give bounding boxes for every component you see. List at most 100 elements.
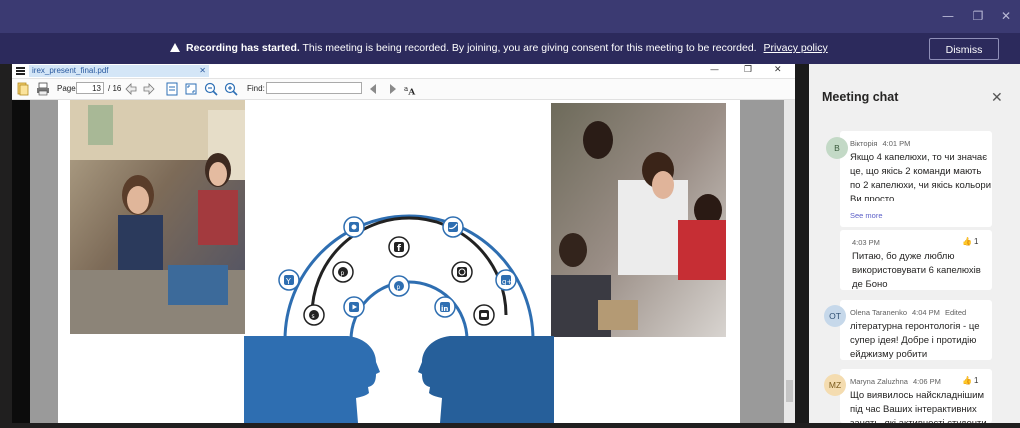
close-tab-icon[interactable]: ✕ <box>199 65 206 77</box>
google-plus-node-icon: g+ <box>495 269 517 291</box>
banner-text: This meeting is being recorded. By joini… <box>302 42 757 54</box>
youtube-node-icon <box>343 296 365 318</box>
skype-node-icon: s <box>303 304 325 326</box>
svg-text:in: in <box>441 305 448 313</box>
text-size-icon[interactable]: aA <box>404 82 418 96</box>
instagram-node-icon <box>343 216 365 238</box>
message-time: 4:01 PM <box>882 139 911 148</box>
message-text: Питаю, бо дуже люблю використовувати 6 к… <box>852 251 981 290</box>
chat-message[interactable]: Olena Taranenko 4:04 PM Edited літературна… <box>840 300 992 360</box>
message-time: 4:06 PM <box>912 377 941 386</box>
message-author: Вікторія <box>850 139 878 148</box>
svg-text:s: s <box>312 313 315 320</box>
dismiss-button[interactable]: Dismiss <box>929 38 999 60</box>
fit-page-icon[interactable] <box>184 82 198 96</box>
minimize-icon[interactable]: — <box>940 8 956 24</box>
classroom-photo-right <box>551 103 726 337</box>
viewer-restore-icon[interactable]: ❐ <box>744 65 752 75</box>
print-icon[interactable] <box>36 82 50 96</box>
see-more-link[interactable]: See more <box>850 211 883 220</box>
message-meta: Вікторія 4:01 PM <box>850 139 915 148</box>
scrollbar-thumb[interactable] <box>786 380 793 402</box>
thumbs-up-icon: 👍 <box>962 376 972 385</box>
message-meta: Maryna Zaluzhna 4:06 PM <box>850 377 946 386</box>
banner-message: Recording has started. This meeting is b… <box>170 42 828 54</box>
svg-text:Y: Y <box>285 277 291 286</box>
like-count: 1 <box>973 237 979 246</box>
find-next-icon[interactable] <box>386 82 400 96</box>
menu-icon[interactable] <box>16 67 25 75</box>
pinterest-node-icon-dark: p <box>332 261 354 283</box>
message-text: Якщо 4 капелюхи, то чи значає це, що які… <box>850 152 991 201</box>
slide-graphic: f Y p p g+ in s <box>70 100 726 423</box>
warning-icon <box>170 43 180 52</box>
close-window-icon[interactable]: ✕ <box>998 8 1014 24</box>
chat-title: Meeting chat <box>822 90 899 104</box>
line-node-icon <box>473 304 495 326</box>
viewer-close-icon[interactable]: ✕ <box>774 65 782 75</box>
viewer-scrollbar[interactable] <box>784 100 795 423</box>
message-author: Olena Taranenko <box>850 308 907 317</box>
message-author: Maryna Zaluzhna <box>850 377 908 386</box>
fit-width-icon[interactable] <box>165 82 179 96</box>
svg-text:f: f <box>397 244 401 254</box>
yahoo-node-icon: Y <box>278 269 300 291</box>
document-area: f Y p p g+ in s <box>12 100 795 423</box>
open-file-icon[interactable] <box>16 82 30 96</box>
message-time: 4:03 PM <box>852 238 880 247</box>
right-head-silhouette <box>418 336 554 423</box>
message-time: 4:04 PM <box>912 308 940 317</box>
svg-text:p: p <box>397 284 401 291</box>
document-tab-title: irex_present_final.pdf <box>32 66 109 75</box>
svg-text:g+: g+ <box>502 278 512 286</box>
find-input[interactable] <box>266 82 362 94</box>
privacy-policy-link[interactable]: Privacy policy <box>764 42 828 54</box>
viewer-side-strip <box>12 100 30 423</box>
meeting-chat-panel: Meeting chat ✕ Вікторія 4:01 PM Якщо 4 ка… <box>809 64 1020 423</box>
title-bar: — ❐ ✕ <box>0 0 1020 33</box>
document-tab[interactable]: irex_present_final.pdf ✕ <box>29 65 209 77</box>
message-text: літературна геронтологія - це супер ідея… <box>850 321 980 360</box>
pdf-viewer: irex_present_final.pdf ✕ — ❐ ✕ Page: 13 … <box>12 64 795 423</box>
like-reaction[interactable]: 👍 1 <box>962 376 978 385</box>
message-text: Що виявилось найскладнішим під час Ваших… <box>850 390 987 423</box>
like-reaction[interactable]: 👍 1 <box>962 237 978 246</box>
edited-label: Edited <box>944 308 967 317</box>
linkedin-node-icon: in <box>434 296 456 318</box>
zoom-out-icon[interactable] <box>204 82 218 96</box>
pinterest-node-icon-blue: p <box>388 275 410 297</box>
avatar[interactable]: В <box>826 137 848 159</box>
left-head-silhouette <box>244 336 380 423</box>
recording-banner: Recording has started. This meeting is b… <box>0 33 1020 64</box>
avatar[interactable]: MZ <box>824 374 846 396</box>
twitter-node-icon <box>442 216 464 238</box>
find-label: Find: <box>247 84 265 93</box>
thumbs-up-icon: 👍 <box>962 237 972 246</box>
panel-divider <box>795 64 809 423</box>
dribbble-node-icon <box>451 261 473 283</box>
chat-message[interactable]: Maryna Zaluzhna 4:06 PM 👍 1 Що виявилось н… <box>840 369 992 423</box>
viewer-minimize-icon[interactable]: — <box>710 65 719 75</box>
avatar[interactable]: OT <box>824 305 846 327</box>
message-meta: 4:03 PM <box>852 238 885 247</box>
pdf-page: f Y p p g+ in s <box>58 100 740 423</box>
next-page-icon[interactable] <box>142 82 156 96</box>
close-chat-icon[interactable]: ✕ <box>991 90 1003 106</box>
previous-page-icon[interactable] <box>124 82 138 96</box>
banner-bold-text: Recording has started. <box>186 42 300 54</box>
chat-message[interactable]: Вікторія 4:01 PM Якщо 4 капелюхи, то чи з… <box>840 131 992 227</box>
viewer-tab-bar: irex_present_final.pdf ✕ — ❐ ✕ <box>12 64 795 79</box>
find-previous-icon[interactable] <box>366 82 380 96</box>
svg-text:A: A <box>407 87 415 96</box>
page-total: / 16 <box>108 84 122 93</box>
message-meta: Olena Taranenko 4:04 PM Edited <box>850 308 971 317</box>
like-count: 1 <box>973 376 979 385</box>
page-number-input[interactable]: 13 <box>76 82 104 94</box>
svg-text:p: p <box>341 270 345 277</box>
zoom-in-icon[interactable] <box>224 82 238 96</box>
chat-message[interactable]: 4:03 PM 👍 1 Питаю, бо дуже люблю використ… <box>840 230 992 290</box>
facebook-node-icon: f <box>388 236 410 258</box>
page-label: Page: <box>57 84 78 93</box>
restore-icon[interactable]: ❐ <box>970 8 986 24</box>
viewer-toolbar: Page: 13 / 16 Find: aA <box>12 79 795 100</box>
